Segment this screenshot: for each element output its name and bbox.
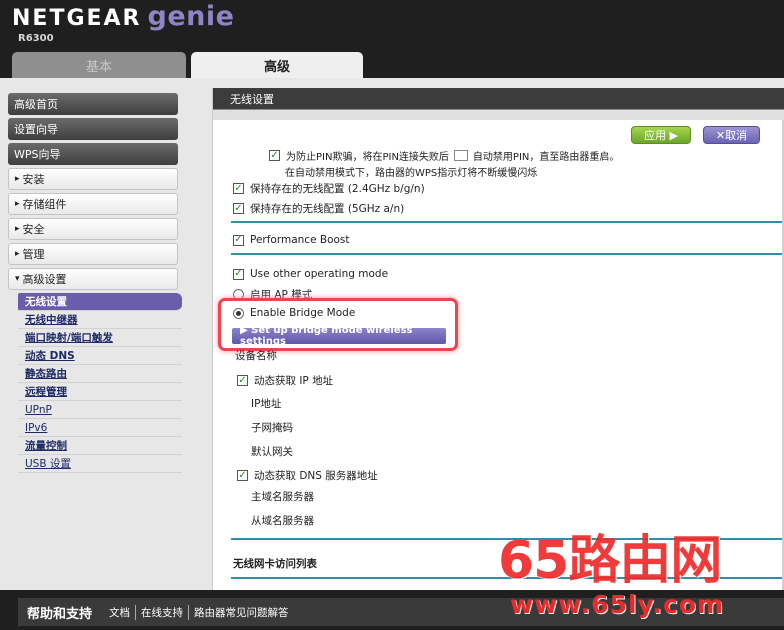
keep-config-5-checkbox[interactable]: ✓ xyxy=(233,203,244,214)
netgear-genie-logo: NETGEAR genie xyxy=(12,1,235,32)
sidebar-item-label: 安装 xyxy=(22,173,45,186)
online-support-link[interactable]: 在线支持 xyxy=(135,604,188,620)
subnav-wireless-repeater[interactable]: 无线中继器 xyxy=(18,311,182,329)
other-mode-checkbox[interactable]: ✓ xyxy=(233,268,244,280)
tab-advanced[interactable]: 高级 xyxy=(191,52,363,78)
expand-arrow-icon: ▸ xyxy=(15,224,20,234)
auto-dns-checkbox[interactable]: ✓ xyxy=(237,470,248,481)
sidebar-item-label: 存储组件 xyxy=(22,198,67,211)
sidebar-item-setup[interactable]: ▸ 安装 xyxy=(8,168,182,190)
panel-title: 无线设置 xyxy=(213,88,784,110)
docs-link[interactable]: 文档 xyxy=(104,605,135,620)
keep-config-24-row: ✓ 保持存在的无线配置 (2.4GHz b/g/n) xyxy=(233,181,425,196)
highlight-annotation xyxy=(218,298,458,351)
sidebar-item-label: 设置向导 xyxy=(14,123,58,136)
sidebar-item-label: 高级首页 xyxy=(14,98,58,111)
main-area: 高级首页 设置向导 WPS向导 ▸ 安装 ▸ 存储组件 ▸ 安全 ▸ 管理 ▾ 高级设置 … xyxy=(0,78,784,590)
tab-basic[interactable]: 基本 xyxy=(12,52,186,78)
sidebar-item-wps-wizard[interactable]: WPS向导 xyxy=(8,143,183,165)
section-divider xyxy=(231,253,784,255)
subnav-traffic-control[interactable]: 流量控制 xyxy=(18,437,182,455)
subnav-upnp[interactable]: UPnP xyxy=(18,401,182,419)
sidebar-item-label: 高级设置 xyxy=(22,273,67,286)
pin-attempts-input[interactable] xyxy=(453,150,468,161)
auto-dns-label: 动态获取 DNS 服务器地址 xyxy=(254,470,378,482)
pin-lockout-row: ✓ 为防止PIN欺骗，将在PIN连接失败后 自动禁用PIN，直至路由器重启。 xyxy=(269,148,619,163)
secondary-dns-label: 从域名服务器 xyxy=(251,515,314,527)
performance-boost-checkbox[interactable]: ✓ xyxy=(233,234,244,246)
expand-arrow-icon: ▸ xyxy=(15,249,20,259)
sidebar-item-label: WPS向导 xyxy=(14,148,61,161)
expand-arrow-icon: ▸ xyxy=(15,174,20,184)
auto-dns-row: ✓ 动态获取 DNS 服务器地址 xyxy=(237,468,378,483)
header: NETGEAR genie R6300 基本 高级 xyxy=(0,0,784,78)
pin-text-line2: 在自动禁用模式下，路由器的WPS指示灯将不断缓慢闪烁 xyxy=(285,168,538,179)
subnav-wireless-settings[interactable]: 无线设置 xyxy=(18,293,182,311)
help-support-title: 帮助和支持 xyxy=(27,606,93,622)
faq-link[interactable]: 路由器常见问题解答 xyxy=(188,604,294,620)
wireless-settings-panel: 无线设置 应用 ▶ ✕取消 ✓ 为防止PIN欺骗，将在PIN连接失败后 自动禁用… xyxy=(212,88,784,590)
sidebar-item-label: 管理 xyxy=(22,248,45,261)
sidebar-subnav: 无线设置 无线中继器 端口映射/端口触发 动态 DNS 静态路由 远程管理 UP… xyxy=(18,293,182,473)
apply-button[interactable]: 应用 ▶ xyxy=(631,126,691,144)
panel-stripe xyxy=(213,110,784,120)
other-mode-row: ✓ Use other operating mode xyxy=(233,268,388,280)
performance-boost-row: ✓ Performance Boost xyxy=(233,234,350,246)
device-name-label: 设备名称 xyxy=(235,350,277,362)
pin-lockout-checkbox[interactable]: ✓ xyxy=(269,150,280,161)
ip-address-label: IP地址 xyxy=(251,398,282,410)
pin-text-line1: 为防止PIN欺骗，将在PIN连接失败后 xyxy=(286,152,449,163)
subnav-remote-management[interactable]: 远程管理 xyxy=(18,383,182,401)
performance-boost-label: Performance Boost xyxy=(250,234,350,246)
mac-list-heading: 无线网卡访问列表 xyxy=(233,558,317,570)
watermark-logo: 65路由网 xyxy=(498,531,722,591)
model-label: R6300 xyxy=(18,33,54,44)
sidebar-item-advanced-setup[interactable]: ▾ 高级设置 xyxy=(8,268,182,290)
auto-ip-row: ✓ 动态获取 IP 地址 xyxy=(237,373,333,388)
sidebar-item-storage[interactable]: ▸ 存储组件 xyxy=(8,193,182,215)
subnav-port-forwarding[interactable]: 端口映射/端口触发 xyxy=(18,329,182,347)
sidebar-item-label: 安全 xyxy=(22,223,45,236)
pin-text-line1b: 自动禁用PIN，直至路由器重启。 xyxy=(472,152,620,163)
keep-config-5-label: 保持存在的无线配置 (5GHz a/n) xyxy=(250,203,405,215)
gateway-label: 默认网关 xyxy=(251,446,293,458)
sidebar: 高级首页 设置向导 WPS向导 ▸ 安装 ▸ 存储组件 ▸ 安全 ▸ 管理 ▾ 高级设置 … xyxy=(8,93,183,473)
subnav-dynamic-dns[interactable]: 动态 DNS xyxy=(18,347,182,365)
keep-config-24-label: 保持存在的无线配置 (2.4GHz b/g/n) xyxy=(250,183,425,195)
subnav-static-routes[interactable]: 静态路由 xyxy=(18,365,182,383)
primary-dns-label: 主域名服务器 xyxy=(251,491,314,503)
sidebar-item-setup-wizard[interactable]: 设置向导 xyxy=(8,118,183,140)
sidebar-item-security[interactable]: ▸ 安全 xyxy=(8,218,182,240)
sidebar-item-advanced-home[interactable]: 高级首页 xyxy=(8,93,183,115)
other-mode-label: Use other operating mode xyxy=(250,268,389,280)
keep-config-24-checkbox[interactable]: ✓ xyxy=(233,183,244,194)
auto-ip-label: 动态获取 IP 地址 xyxy=(254,375,334,387)
cancel-button[interactable]: ✕取消 xyxy=(703,126,760,144)
subnet-mask-label: 子网掩码 xyxy=(251,422,293,434)
subnav-usb-settings[interactable]: USB 设置 xyxy=(18,455,182,473)
brand-netgear: NETGEAR xyxy=(12,6,142,31)
auto-ip-checkbox[interactable]: ✓ xyxy=(237,375,248,386)
watermark-url: www.65ly.com xyxy=(510,590,725,619)
collapse-arrow-icon: ▾ xyxy=(15,274,20,284)
sidebar-item-admin[interactable]: ▸ 管理 xyxy=(8,243,182,265)
expand-arrow-icon: ▸ xyxy=(15,199,20,209)
brand-genie: genie xyxy=(147,1,235,32)
section-divider xyxy=(231,221,784,223)
keep-config-5-row: ✓ 保持存在的无线配置 (5GHz a/n) xyxy=(233,201,404,216)
subnav-ipv6[interactable]: IPv6 xyxy=(18,419,182,437)
